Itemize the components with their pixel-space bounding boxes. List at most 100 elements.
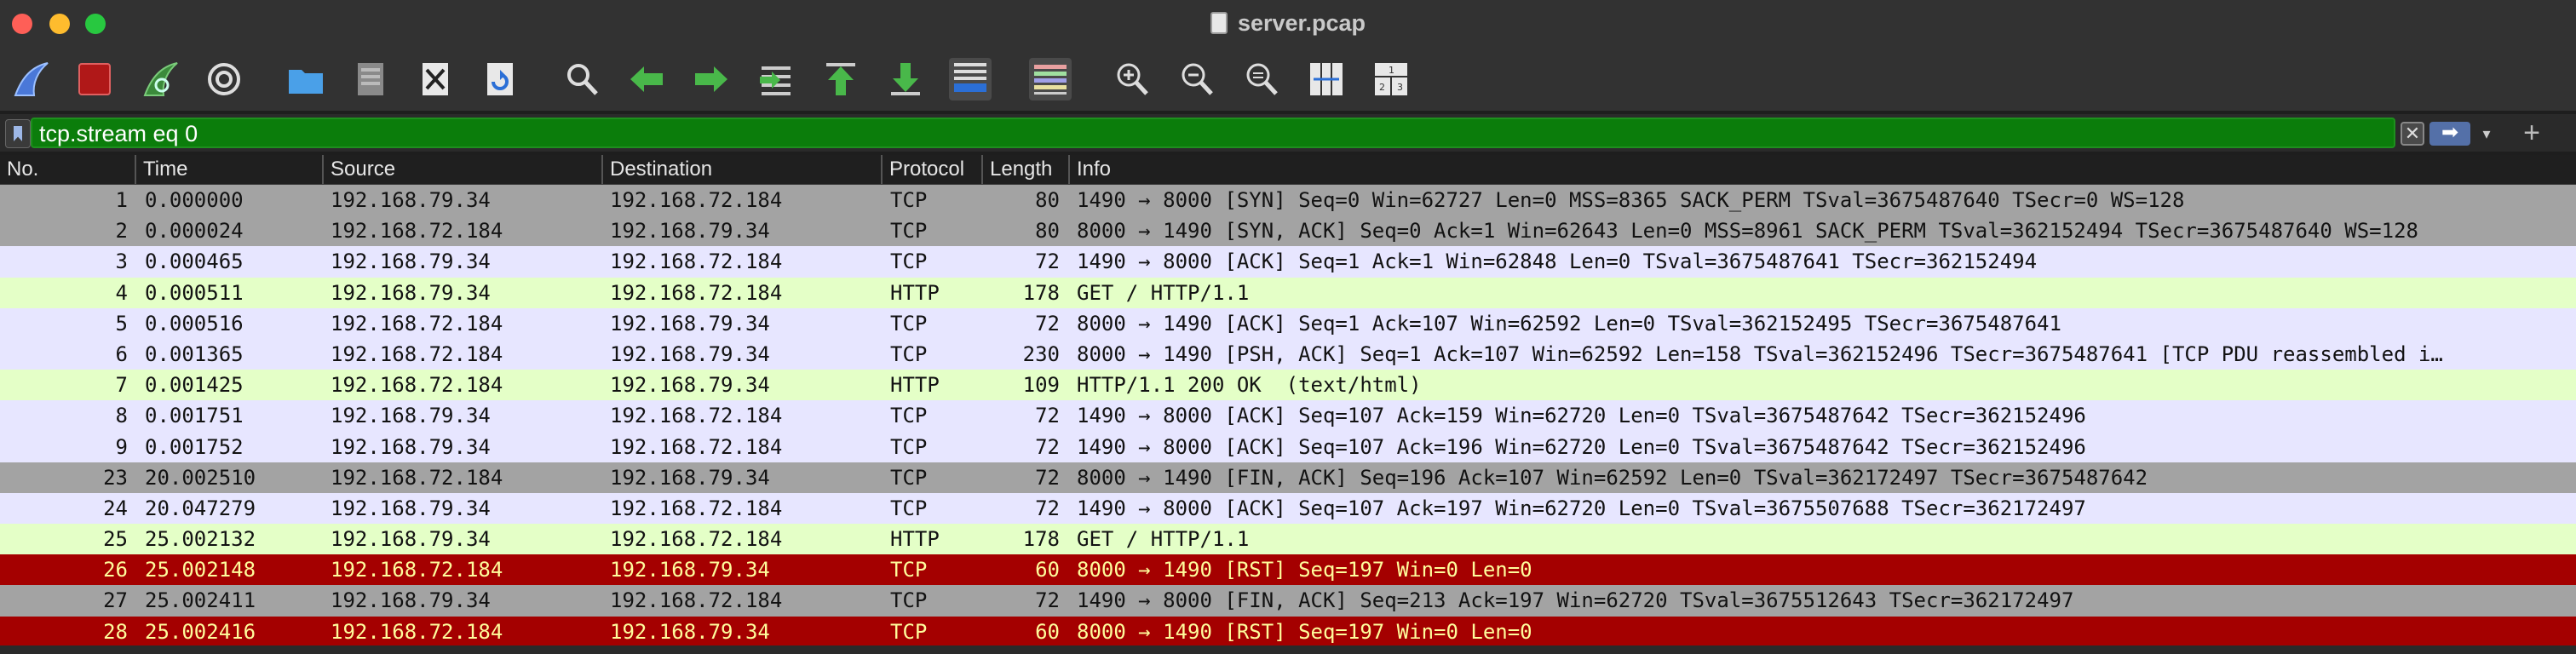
go-forward-icon[interactable] <box>690 58 733 100</box>
packet-destination: 192.168.72.184 <box>610 188 783 212</box>
table-row[interactable]: 28 25.002416 192.168.72.184 192.168.79.34 TC… <box>0 616 2576 647</box>
packet-no: 8 <box>115 404 128 428</box>
packet-time: 0.001365 <box>145 341 244 366</box>
packet-info: HTTP/1.1 200 OK (text/html) <box>1077 373 1422 398</box>
packet-length: 178 <box>1022 280 1060 305</box>
apply-filter-button[interactable]: ➡ <box>2429 122 2470 146</box>
packet-length: 72 <box>1035 496 1060 520</box>
packet-protocol: HTTP <box>890 280 940 305</box>
column-header-time[interactable]: Time <box>136 155 324 184</box>
svg-text:1: 1 <box>1389 65 1394 76</box>
table-row[interactable]: 1 0.000000 192.168.79.34 192.168.72.184 TCP 8… <box>0 185 2576 216</box>
last-packet-icon[interactable] <box>884 58 927 100</box>
table-row[interactable]: 26 25.002148 192.168.72.184 192.168.79.34 TC… <box>0 554 2576 586</box>
packet-source: 192.168.72.184 <box>331 219 503 244</box>
filter-bookmark-icon[interactable] <box>5 119 31 148</box>
packet-info: 8000 → 1490 [ACK] Seq=1 Ack=107 Win=6259… <box>1077 311 2061 336</box>
svg-text:2: 2 <box>1379 82 1385 93</box>
packet-no: 28 <box>103 619 128 644</box>
normal-size-icon[interactable] <box>1240 58 1283 100</box>
packet-protocol: TCP <box>890 311 928 336</box>
zoom-in-icon[interactable] <box>1111 58 1153 100</box>
packet-length: 109 <box>1022 373 1060 398</box>
table-row[interactable]: 5 0.000516 192.168.72.184 192.168.79.34 TCP 7… <box>0 307 2576 339</box>
packet-protocol: TCP <box>890 465 928 490</box>
column-header-info[interactable]: Info <box>1070 155 2576 184</box>
resize-columns-icon[interactable] <box>1305 58 1348 100</box>
column-header-length[interactable]: Length <box>983 155 1070 184</box>
packet-no: 4 <box>115 280 128 305</box>
title-bar: server.pcap <box>0 0 2576 48</box>
packet-destination: 192.168.79.34 <box>610 619 770 644</box>
packet-protocol: TCP <box>890 341 928 366</box>
column-header-source[interactable]: Source <box>324 155 603 184</box>
packet-info: 1490 → 8000 [FIN, ACK] Seq=213 Ack=197 W… <box>1077 588 2074 613</box>
packet-destination: 192.168.79.34 <box>610 341 770 366</box>
table-row[interactable]: 27 25.002411 192.168.79.34 192.168.72.184 TC… <box>0 585 2576 617</box>
go-to-packet-icon[interactable] <box>755 58 797 100</box>
layout-panes-icon[interactable]: 12 3 <box>1370 58 1412 100</box>
svg-text:3: 3 <box>1397 82 1403 93</box>
window-title: server.pcap <box>0 10 2576 37</box>
table-row[interactable]: 6 0.001365 192.168.72.184 192.168.79.34 TCP 2… <box>0 338 2576 370</box>
restart-capture-icon[interactable] <box>140 58 182 100</box>
table-row[interactable]: 4 0.000511 192.168.79.34 192.168.72.184 HTTP… <box>0 277 2576 308</box>
close-file-icon[interactable] <box>414 58 457 100</box>
packet-protocol: TCP <box>890 434 928 459</box>
packet-destination: 192.168.72.184 <box>610 250 783 274</box>
save-file-icon[interactable] <box>349 58 392 100</box>
colorize-icon[interactable] <box>1029 58 1072 100</box>
packet-info: 8000 → 1490 [RST] Seq=197 Win=0 Len=0 <box>1077 558 1532 582</box>
table-row[interactable]: 24 20.047279 192.168.79.34 192.168.72.184 TC… <box>0 492 2576 525</box>
packet-no: 5 <box>115 311 128 336</box>
table-row[interactable]: 7 0.001425 192.168.72.184 192.168.79.34 HTTP… <box>0 370 2576 401</box>
table-row[interactable]: 23 20.002510 192.168.72.184 192.168.79.34 TC… <box>0 462 2576 493</box>
table-row[interactable]: 2 0.000024 192.168.72.184 192.168.79.34 TCP 8… <box>0 215 2576 247</box>
packet-time: 0.000465 <box>145 250 244 274</box>
packet-destination: 192.168.79.34 <box>610 465 770 490</box>
column-header-destination[interactable]: Destination <box>603 155 883 184</box>
recent-filters-dropdown[interactable]: ▾ <box>2475 122 2498 146</box>
shark-fin-start-icon[interactable] <box>10 58 53 100</box>
stop-capture-icon[interactable] <box>73 58 116 100</box>
autoscroll-icon[interactable] <box>949 58 992 100</box>
packet-length: 72 <box>1035 250 1060 274</box>
packet-source: 192.168.72.184 <box>331 341 503 366</box>
column-header-protocol[interactable]: Protocol <box>883 155 983 184</box>
column-header-no[interactable]: No. <box>0 155 136 184</box>
packet-no: 2 <box>115 219 128 244</box>
reload-file-icon[interactable] <box>479 58 521 100</box>
packet-time: 0.000024 <box>145 219 244 244</box>
first-packet-icon[interactable] <box>819 58 862 100</box>
packet-protocol: TCP <box>890 188 928 212</box>
packet-info: 8000 → 1490 [FIN, ACK] Seq=196 Ack=107 W… <box>1077 465 2148 490</box>
display-filter-input[interactable]: tcp.stream eq 0 <box>31 118 2395 148</box>
packet-length: 72 <box>1035 311 1060 336</box>
packet-no: 1 <box>115 188 128 212</box>
table-row[interactable]: 3 0.000465 192.168.79.34 192.168.72.184 TCP 7… <box>0 246 2576 278</box>
packet-time: 0.000516 <box>145 311 244 336</box>
packet-source: 192.168.79.34 <box>331 496 491 520</box>
table-row[interactable]: 25 25.002132 192.168.79.34 192.168.72.184 HT… <box>0 524 2576 555</box>
packet-info: GET / HTTP/1.1 <box>1077 280 1250 305</box>
table-row[interactable]: 9 0.001752 192.168.79.34 192.168.72.184 TCP 7… <box>0 431 2576 462</box>
packet-source: 192.168.72.184 <box>331 558 503 582</box>
find-packet-icon[interactable] <box>561 58 603 100</box>
table-row[interactable]: 8 0.001751 192.168.79.34 192.168.72.184 TCP 7… <box>0 400 2576 432</box>
open-folder-icon[interactable] <box>285 58 327 100</box>
packet-destination: 192.168.72.184 <box>610 496 783 520</box>
packet-source: 192.168.79.34 <box>331 404 491 428</box>
packet-destination: 192.168.79.34 <box>610 219 770 244</box>
packet-info: 1490 → 8000 [ACK] Seq=107 Ack=197 Win=62… <box>1077 496 2086 520</box>
clear-filter-button[interactable]: ✕ <box>2401 122 2424 146</box>
packet-length: 80 <box>1035 219 1060 244</box>
add-filter-button[interactable]: + <box>2516 118 2547 147</box>
zoom-out-icon[interactable] <box>1176 58 1218 100</box>
packet-destination: 192.168.79.34 <box>610 373 770 398</box>
go-back-icon[interactable] <box>625 58 668 100</box>
packet-source: 192.168.79.34 <box>331 588 491 613</box>
capture-options-icon[interactable] <box>203 58 245 100</box>
packet-time: 0.000511 <box>145 280 244 305</box>
packet-list-bottom-edge <box>0 645 2576 654</box>
packet-destination: 192.168.79.34 <box>610 311 770 336</box>
